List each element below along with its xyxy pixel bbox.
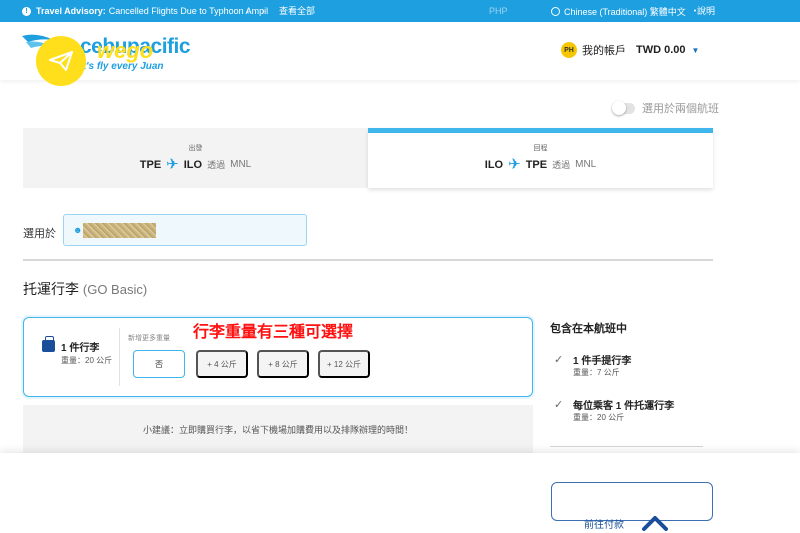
via-label: 透過 — [207, 160, 226, 170]
suitcase-icon — [42, 336, 55, 352]
included-divider — [550, 446, 703, 447]
apply-both-flights-toggle[interactable]: 選用於兩個航班 — [612, 100, 719, 116]
weight-option-12kg[interactable]: + 12 公斤 — [318, 350, 370, 378]
origin-code: TPE — [139, 158, 162, 171]
section-title-fare: (GO Basic) — [82, 282, 148, 297]
section-title: 托運行李 (GO Basic) — [23, 279, 147, 299]
proceed-to-payment-label[interactable]: 前往付款 — [584, 516, 624, 531]
advisory-message[interactable]: ! Travel Advisory: Cancelled Flights Due… — [0, 6, 268, 16]
language-label: Chinese (Traditional) 繁體中文 — [564, 6, 686, 17]
airplane-icon: ✈ — [508, 156, 521, 173]
redacted-passenger-name — [83, 223, 156, 238]
tab-departure[interactable]: 出發 TPE ✈ ILO 透過 MNL — [23, 128, 368, 188]
included-item-name: 每位乘客 1 件托運行李 — [573, 401, 675, 412]
included-item-weight: 重量：20 公斤 — [573, 413, 625, 422]
stopover-code: MNL — [575, 159, 597, 170]
section-divider — [23, 259, 713, 261]
chevron-right-icon[interactable]: › — [261, 6, 264, 17]
balance-dropdown[interactable]: TWD 0.00 ▼ — [636, 44, 699, 56]
origin-code: ILO — [484, 158, 504, 171]
chevron-up-icon[interactable] — [641, 512, 669, 532]
check-icon: ✓ — [554, 354, 564, 366]
weight-option-none[interactable]: 否 — [133, 350, 185, 378]
route: ILO ✈ TPE 透過 MNL — [368, 157, 713, 172]
tab-label: 出發 — [188, 145, 203, 152]
balance-value: TWD 0.00 — [636, 44, 686, 56]
globe-icon — [551, 6, 560, 16]
check-icon: ✓ — [554, 399, 564, 411]
included-item-name: 1 件手提行李 — [573, 356, 632, 367]
purchase-tip: 小建議：立即購買行李，以省下機場加購費用以及排隊辦理的時間！ — [23, 405, 533, 455]
tab-return[interactable]: 回程 ILO ✈ TPE 透過 MNL — [368, 128, 713, 188]
bag-weight: 重量：20 公斤 — [61, 356, 113, 365]
weight-option-4kg[interactable]: + 4 公斤 — [196, 350, 248, 378]
chevron-left-icon[interactable]: ‹ — [246, 6, 249, 17]
bag-count: 1 件行李 — [61, 343, 100, 354]
view-all-link[interactable]: 查看全部 — [279, 0, 315, 22]
dot-icon: • — [693, 7, 697, 15]
via-label: 透過 — [552, 160, 571, 170]
advisory-nav: ‹ › — [246, 0, 265, 22]
site-header: cebupacific It's fly every Juan wego PH … — [0, 22, 800, 86]
account-label: 我的帳戶 — [582, 45, 626, 57]
stopover-code: MNL — [230, 159, 252, 170]
apply-to-label: 選用於 — [23, 228, 56, 240]
person-icon: ☻ — [73, 225, 83, 235]
destination-code: ILO — [183, 158, 203, 171]
help-link[interactable]: 說明 — [697, 0, 715, 22]
bottom-action-bar — [0, 453, 800, 533]
currency-selector[interactable]: PHP — [489, 0, 508, 22]
section-title-main: 托運行李 — [23, 281, 79, 297]
toggle-switch[interactable] — [612, 100, 635, 115]
included-title: 包含在本航班中 — [550, 323, 627, 335]
travel-advisory-bar: ! Travel Advisory: Cancelled Flights Due… — [0, 0, 800, 22]
avatar: PH — [561, 42, 577, 58]
destination-code: TPE — [525, 158, 548, 171]
add-weight-label: 新增更多重量 — [128, 335, 170, 342]
wego-watermark: wego — [97, 38, 154, 63]
weight-option-8kg[interactable]: + 8 公斤 — [257, 350, 309, 378]
included-item-weight: 重量：7 公斤 — [573, 368, 620, 377]
account-menu[interactable]: PH 我的帳戶 — [561, 42, 626, 58]
airplane-icon: ✈ — [166, 156, 179, 173]
vertical-divider — [119, 328, 120, 386]
advisory-text: Cancelled Flights Due to Typhoon Ampil — [108, 6, 269, 16]
tab-label: 回程 — [533, 145, 548, 152]
paper-plane-icon — [49, 51, 73, 71]
wego-badge — [36, 36, 86, 86]
advisory-label: Travel Advisory: — [36, 6, 106, 16]
language-selector[interactable]: Chinese (Traditional) 繁體中文 • — [551, 0, 696, 22]
route: TPE ✈ ILO 透過 MNL — [23, 157, 368, 172]
chevron-down-icon: ▼ — [691, 45, 700, 55]
annotation-text: 行李重量有三種可選擇 — [193, 324, 354, 341]
toggle-label: 選用於兩個航班 — [642, 103, 719, 115]
passenger-selector[interactable]: ☻ — [63, 214, 307, 246]
proceed-to-payment-button[interactable] — [551, 482, 713, 521]
info-icon: ! — [22, 6, 31, 16]
